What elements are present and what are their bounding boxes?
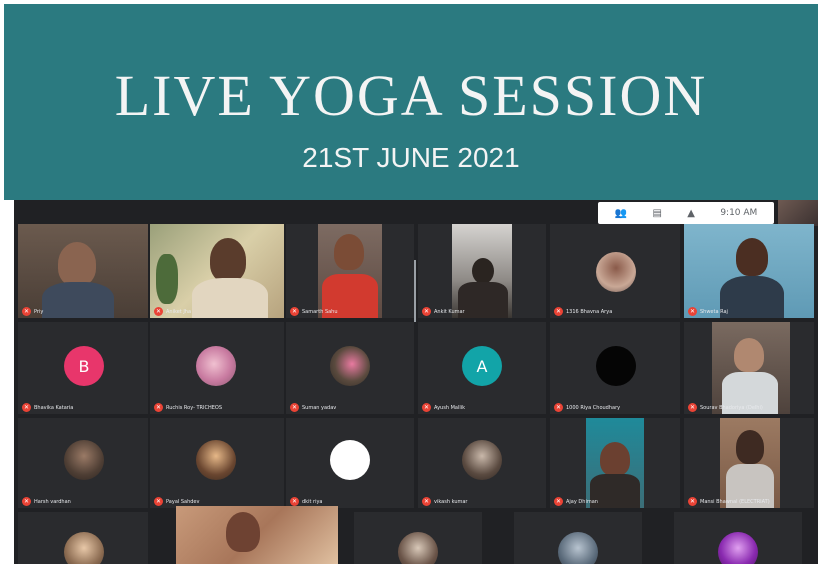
participant-video [58,242,96,286]
participant-tile[interactable] [176,506,338,564]
participant-tile[interactable]: ✕ Priy [18,224,148,318]
participant-avatar [558,532,598,564]
participant-tile[interactable]: ✕ Ankit Kumar [418,224,546,318]
meeting-toolbar: 👥 ▤ ▲ 9:10 AM [598,202,774,224]
participant-tile[interactable]: B ✕ Bhavika Kataria [18,322,148,414]
participant-avatar [596,252,636,292]
participant-avatar [64,532,104,564]
participant-name: 1000 Riya Choudhary [566,404,621,411]
participant-video [458,282,508,318]
participant-tile[interactable] [18,512,148,564]
yoga-banner: LIVE YOGA SESSION 21ST JUNE 2021 [4,4,818,200]
mic-off-icon: ✕ [154,497,163,506]
mic-off-icon: ✕ [22,403,31,412]
participant-name: Ruchis Roy- TRICHEOS [166,404,223,411]
mic-off-icon: ✕ [688,307,697,316]
participant-tile[interactable]: ✕ dkit riya [286,418,414,508]
chat-icon[interactable]: ▤ [652,208,661,219]
participant-name: Aniket Jha [166,308,192,315]
participant-video [156,254,178,304]
participant-name: vikash kumar [434,498,468,505]
participant-video [600,442,630,476]
mic-off-icon: ✕ [554,307,563,316]
participant-avatar [330,440,370,480]
banner-date: 21ST JUNE 2021 [302,142,520,173]
participant-avatar [596,346,636,386]
participant-video [736,238,768,276]
participant-video [720,276,784,318]
mic-off-icon: ✕ [422,497,431,506]
participant-avatar [64,440,104,480]
participant-name: Payal Sahdev [166,498,200,505]
self-view-thumbnail[interactable] [778,200,818,226]
mic-off-icon: ✕ [22,497,31,506]
participant-name: Sourav Bhadoriya (Delhi) [700,404,763,411]
participant-tile[interactable]: ✕ vikash kumar [418,418,546,508]
participant-tile[interactable]: ✕ Ruchis Roy- TRICHEOS [150,322,284,414]
mic-off-icon: ✕ [290,307,299,316]
mic-off-icon: ✕ [154,307,163,316]
participant-name: 1316 Bhavna Arya [566,308,613,315]
people-icon[interactable]: 👥 [615,208,627,219]
participant-tile[interactable]: ✕ 1000 Riya Choudhary [550,322,680,414]
participant-tile[interactable]: ✕ Harsh vardhan [18,418,148,508]
participant-avatar: B [64,346,104,386]
participant-avatar [462,440,502,480]
participant-name: Ayush Mallik [434,404,466,411]
participant-name: Shweta Raj [700,308,728,315]
participant-name: Suman yadav [302,404,337,411]
divider [414,260,416,322]
mic-off-icon: ✕ [154,403,163,412]
participant-tile[interactable]: ✕ Samarth Sahu [286,224,414,318]
mic-off-icon: ✕ [554,497,563,506]
participant-avatar [196,440,236,480]
participant-tile[interactable]: ✕ Suman yadav [286,322,414,414]
participant-tile[interactable] [354,512,482,564]
mic-off-icon: ✕ [290,403,299,412]
participant-tile[interactable]: ✕ Shweta Raj [684,224,814,318]
participant-tile[interactable] [674,512,802,564]
mic-off-icon: ✕ [22,307,31,316]
participant-avatar [196,346,236,386]
participant-video [736,430,764,464]
participant-video [226,512,260,552]
mic-off-icon: ✕ [554,403,563,412]
participant-video [472,258,494,284]
activities-icon[interactable]: ▲ [687,208,695,219]
participant-name: Bhavika Kataria [34,404,74,411]
participant-avatar [398,532,438,564]
participant-tile[interactable]: ✕ Aniket Jha [150,224,284,318]
participant-avatar: A [462,346,502,386]
mic-off-icon: ✕ [688,497,697,506]
participant-name: Samarth Sahu [302,308,338,315]
mic-off-icon: ✕ [422,403,431,412]
participant-name: Priy [34,308,44,315]
participant-video [42,282,114,318]
participant-tile[interactable]: ✕ Sourav Bhadoriya (Delhi) [684,322,814,414]
participant-tile[interactable]: A ✕ Ayush Mallik [418,322,546,414]
meeting-clock: 9:10 AM [720,208,758,218]
mic-off-icon: ✕ [290,497,299,506]
participant-name: Ankit Kumar [434,308,465,315]
participant-tile[interactable]: ✕ Payal Sahdev [150,418,284,508]
participant-tile[interactable]: ✕ Ajay Dhiman [550,418,680,508]
meeting-window: 👥 ▤ ▲ 9:10 AM ✕ Priy ✕ Aniket Jha ✕ Samarth… [14,200,818,564]
participant-tile[interactable]: ✕ 1316 Bhavna Arya [550,224,680,318]
participant-avatar [330,346,370,386]
participant-tile[interactable] [514,512,642,564]
mic-off-icon: ✕ [422,307,431,316]
participant-name: Mansi Bhawnal (ELECTRIAT) [700,498,770,505]
mic-off-icon: ✕ [688,403,697,412]
participant-name: dkit riya [302,498,323,505]
participant-video [734,338,764,372]
participant-video [192,278,268,318]
participant-name: Ajay Dhiman [566,498,598,505]
participant-video [334,234,364,270]
participant-video [210,238,246,282]
participant-tile[interactable]: ✕ Mansi Bhawnal (ELECTRIAT) [684,418,814,508]
banner-title: LIVE YOGA SESSION [114,63,708,128]
participant-name: Harsh vardhan [34,498,71,505]
participant-avatar [718,532,758,564]
